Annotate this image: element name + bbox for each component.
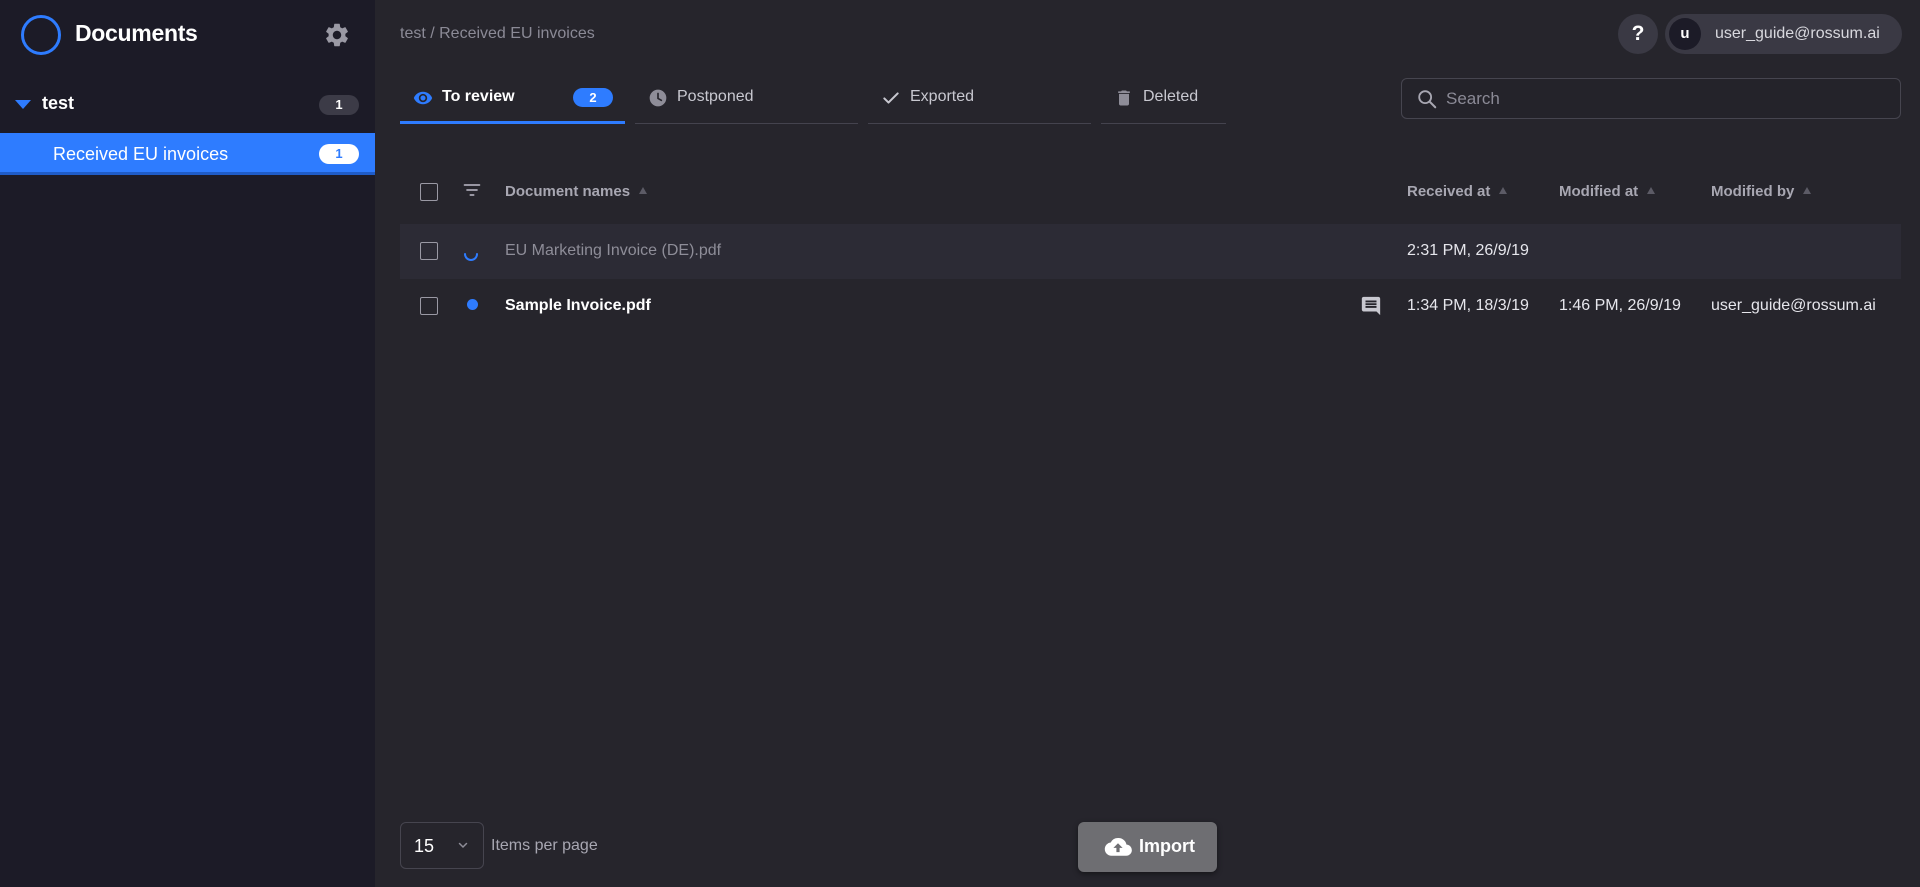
tab-label: Exported <box>910 88 975 105</box>
tab-deleted[interactable]: Deleted <box>1101 82 1226 124</box>
loading-spinner-icon <box>464 253 478 261</box>
eye-icon <box>413 91 433 105</box>
tab-exported[interactable]: Exported <box>868 82 1091 124</box>
sort-arrow-icon <box>1499 187 1508 194</box>
chevron-down-icon <box>458 842 468 849</box>
import-button[interactable]: Import <box>1078 822 1217 872</box>
received-at-cell: 1:34 PM, 18/3/19 <box>1407 297 1529 314</box>
items-per-page-value: 15 <box>414 836 435 856</box>
sidebar-group-test[interactable]: test 1 <box>0 86 375 122</box>
avatar: u <box>1669 18 1701 50</box>
sidebar-header: Documents <box>0 0 375 68</box>
search-icon <box>1418 90 1437 109</box>
user-email: user_guide@rossum.ai <box>1715 25 1880 42</box>
sidebar-item-received-eu-invoices[interactable]: Received EU invoices 1 <box>0 133 375 175</box>
items-per-page-select[interactable]: 15 <box>400 822 484 869</box>
received-at-cell: 2:31 PM, 26/9/19 <box>1407 242 1529 259</box>
document-name[interactable]: EU Marketing Invoice (DE).pdf <box>505 242 721 260</box>
sort-arrow-icon <box>1803 187 1812 194</box>
sort-arrow-icon <box>1647 187 1656 194</box>
comment-icon[interactable] <box>1360 295 1382 317</box>
modified-at-cell: 1:46 PM, 26/9/19 <box>1559 297 1681 314</box>
column-header-modified-by[interactable]: Modified by <box>1711 183 1812 200</box>
row-checkbox[interactable] <box>420 297 438 315</box>
group-count-badge: 1 <box>319 95 359 115</box>
search-box[interactable] <box>1401 78 1901 119</box>
column-header-document-names[interactable]: Document names <box>505 183 648 200</box>
column-header-label: Modified at <box>1559 183 1639 200</box>
import-label: Import <box>1139 836 1195 856</box>
check-icon <box>883 92 899 104</box>
clock-icon <box>649 89 667 107</box>
gear-icon[interactable] <box>323 21 351 49</box>
user-menu-button[interactable]: u user_guide@rossum.ai <box>1665 14 1902 54</box>
column-header-modified-at[interactable]: Modified at <box>1559 183 1656 200</box>
column-header-label: Received at <box>1407 183 1491 200</box>
tab-label: Postponed <box>677 88 754 105</box>
tab-count-badge: 2 <box>573 88 613 107</box>
app-title: Documents <box>75 20 198 46</box>
sidebar-item-count-badge: 1 <box>319 144 359 164</box>
sidebar: Documents test 1 Received EU invoices 1 <box>0 0 375 887</box>
document-name[interactable]: Sample Invoice.pdf <box>505 297 651 315</box>
sidebar-group-label: test <box>42 93 75 113</box>
tab-label: To review <box>442 88 515 105</box>
caret-down-icon[interactable] <box>15 100 31 109</box>
search-input[interactable] <box>1446 81 1886 116</box>
select-all-checkbox[interactable] <box>420 183 438 201</box>
sidebar-item-label: Received EU invoices <box>53 144 229 164</box>
modified-by-cell: user_guide@rossum.ai <box>1711 297 1876 314</box>
items-per-page-label: Items per page <box>491 837 598 854</box>
logo-icon <box>21 15 61 55</box>
filter-icon[interactable] <box>462 180 482 200</box>
row-checkbox[interactable] <box>420 242 438 260</box>
cloud-upload-icon <box>1104 837 1132 856</box>
column-header-label: Document names <box>505 183 631 200</box>
tab-to-review[interactable]: To review 2 <box>400 82 625 124</box>
help-button[interactable]: ? <box>1618 14 1658 54</box>
trash-icon <box>1118 90 1130 106</box>
column-header-label: Modified by <box>1711 183 1795 200</box>
tab-label: Deleted <box>1143 88 1199 105</box>
column-header-received-at[interactable]: Received at <box>1407 183 1508 200</box>
sort-arrow-icon <box>639 187 648 194</box>
breadcrumb: test / Received EU invoices <box>400 25 595 42</box>
tab-postponed[interactable]: Postponed <box>635 82 858 124</box>
status-dot-icon <box>467 299 478 310</box>
